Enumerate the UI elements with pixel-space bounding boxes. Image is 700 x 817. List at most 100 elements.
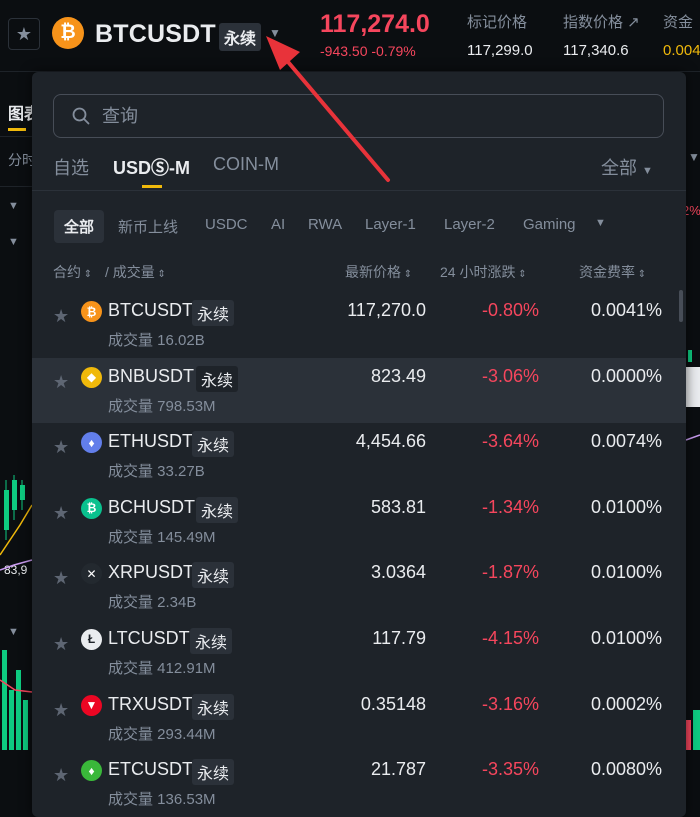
coin-logo-icon: ₿ bbox=[81, 301, 102, 322]
row-funding-rate: 0.0074% bbox=[590, 431, 662, 452]
coin-logo-icon: ✕ bbox=[81, 563, 102, 585]
row-volume: 成交量 2.34B bbox=[108, 594, 197, 612]
chevron-down-icon[interactable]: ▼ bbox=[688, 150, 700, 164]
row-last-price: 117,270.0 bbox=[347, 300, 426, 320]
col-volume[interactable]: / 成交量 ⇕ bbox=[105, 262, 166, 282]
symbol-dropdown-panel: 自选 USDⓈ-M COIN-M 全部 ▼ 全部 新币上线 USDC AI RW… bbox=[32, 72, 686, 817]
funding-rate-value: 0.004 bbox=[663, 42, 700, 59]
chip-new-listing[interactable]: 新币上线 bbox=[118, 216, 178, 237]
sort-icon: ⇕ bbox=[635, 269, 647, 280]
perpetual-badge: 永续 bbox=[196, 365, 239, 392]
star-icon[interactable]: ★ bbox=[53, 503, 69, 524]
row-symbol: BNBUSDT bbox=[108, 365, 195, 386]
index-price-label[interactable]: 指数价格 ↗ bbox=[563, 11, 640, 32]
row-24h-change: -3.06% bbox=[481, 365, 539, 386]
row-symbol: ETCUSDT bbox=[108, 759, 193, 780]
row-last-price: 117.79 bbox=[372, 627, 426, 648]
contract-row[interactable]: ★ ♦ ETCUSDT 永续 成交量 136.53M 21.787 -3.35% 0.0080… bbox=[32, 751, 686, 817]
chip-rwa[interactable]: RWA bbox=[308, 216, 342, 233]
row-volume: 成交量 798.53M bbox=[108, 397, 216, 415]
market-header: ★ ₿ BTCUSDT 永续 ▼ 117,274.0 -943.50 -0.79… bbox=[0, 0, 700, 72]
star-icon[interactable]: ★ bbox=[53, 700, 69, 721]
chevron-down-icon[interactable]: ▼ bbox=[8, 236, 19, 248]
row-last-price: 823.49 bbox=[370, 365, 426, 386]
chip-layer1[interactable]: Layer-1 bbox=[365, 216, 416, 233]
col-contract-label: 合约 bbox=[53, 264, 81, 280]
all-filter-select[interactable]: 全部 ▼ bbox=[601, 154, 653, 180]
col-volume-label: / 成交量 bbox=[105, 264, 155, 280]
col-last-price[interactable]: 最新价格 ⇕ bbox=[345, 262, 412, 282]
row-last-price: 0.35148 bbox=[360, 693, 426, 714]
star-icon[interactable]: ★ bbox=[53, 765, 69, 786]
sort-icon: ⇕ bbox=[154, 269, 166, 280]
last-price: 117,274.0 bbox=[320, 10, 430, 38]
coin-logo-icon: ♦ bbox=[81, 760, 102, 782]
contract-row[interactable]: ★ ♦ ETHUSDT 永续 成交量 33.27B 4,454.66 -3.64% 0.007… bbox=[32, 423, 686, 489]
contract-row[interactable]: ★ ◆ BNBUSDT 永续 成交量 798.53M 823.49 -3.06% 0.0000… bbox=[32, 357, 686, 424]
chip-ai[interactable]: AI bbox=[271, 216, 285, 233]
favorite-star-button[interactable]: ★ bbox=[8, 18, 40, 50]
all-filter-label: 全部 bbox=[601, 158, 637, 178]
more-chips-caret-icon[interactable]: ▼ bbox=[595, 217, 606, 229]
tab-usds-m[interactable]: USDⓈ-M bbox=[113, 154, 190, 180]
search-icon bbox=[72, 107, 90, 125]
price-change: -943.50 -0.79% bbox=[320, 43, 416, 59]
contract-list: ★ ₿ BTCUSDT 永续 成交量 16.02B 117,270.0 -0.80% 0.00… bbox=[32, 292, 686, 817]
row-funding-rate: 0.0100% bbox=[590, 562, 662, 583]
row-24h-change: -3.16% bbox=[481, 693, 539, 714]
row-last-price: 583.81 bbox=[370, 496, 426, 517]
chip-gaming[interactable]: Gaming bbox=[523, 216, 576, 233]
col-funding-rate[interactable]: 资金费率 ⇕ bbox=[579, 262, 646, 282]
star-icon: ★ bbox=[15, 23, 33, 44]
mark-price-label: 标记价格 bbox=[467, 14, 528, 31]
row-volume: 成交量 293.44M bbox=[108, 725, 216, 743]
tab-favorites[interactable]: 自选 bbox=[53, 154, 89, 180]
sort-icon: ⇕ bbox=[401, 269, 413, 280]
caret-down-icon[interactable]: ▼ bbox=[269, 26, 281, 40]
divider bbox=[0, 186, 32, 187]
star-icon[interactable]: ★ bbox=[53, 372, 69, 393]
row-symbol: BCHUSDT bbox=[108, 496, 196, 517]
perpetual-badge: 永续 bbox=[192, 562, 235, 589]
symbol-selector[interactable]: BTCUSDT bbox=[95, 20, 216, 49]
row-24h-change: -1.34% bbox=[481, 496, 539, 517]
perpetual-badge: 永续 bbox=[196, 496, 239, 523]
caret-down-icon: ▼ bbox=[642, 165, 653, 177]
row-funding-rate: 0.0041% bbox=[590, 300, 662, 320]
star-icon[interactable]: ★ bbox=[53, 437, 69, 458]
star-icon[interactable]: ★ bbox=[53, 634, 69, 655]
chip-usdc[interactable]: USDC bbox=[205, 216, 248, 233]
search-box[interactable] bbox=[53, 94, 664, 138]
row-24h-change: -0.80% bbox=[481, 300, 539, 320]
candlestick-fragment bbox=[0, 475, 33, 571]
perpetual-badge: 永续 bbox=[219, 23, 262, 51]
chip-all[interactable]: 全部 bbox=[54, 210, 105, 243]
contract-row[interactable]: ★ Ł LTCUSDT 永续 成交量 412.91M 117.79 -4.15% 0.0100… bbox=[32, 620, 686, 686]
contract-row[interactable]: ★ ₿ BCHUSDT 永续 成交量 145.49M 583.81 -1.34% 0.0100… bbox=[32, 489, 686, 555]
row-24h-change: -4.15% bbox=[481, 627, 539, 648]
contract-row[interactable]: ★ ▼ TRXUSDT 永续 成交量 293.44M 0.35148 -3.16% 0.000… bbox=[32, 686, 686, 752]
coin-logo-icon: ♦ bbox=[81, 432, 102, 454]
search-input[interactable] bbox=[102, 105, 602, 127]
col-24h-change-label: 24 小时涨跌 bbox=[440, 264, 516, 280]
chevron-down-icon[interactable]: ▼ bbox=[8, 200, 19, 212]
star-icon[interactable]: ★ bbox=[53, 568, 69, 589]
row-last-price: 21.787 bbox=[370, 759, 426, 780]
chevron-down-icon[interactable]: ▼ bbox=[8, 626, 19, 638]
divider bbox=[0, 136, 32, 137]
chip-layer2[interactable]: Layer-2 bbox=[444, 216, 495, 233]
row-funding-rate: 0.0002% bbox=[590, 693, 662, 714]
row-funding-rate: 0.0000% bbox=[590, 365, 662, 386]
contract-row[interactable]: ★ ₿ BTCUSDT 永续 成交量 16.02B 117,270.0 -0.80% 0.00… bbox=[32, 292, 686, 358]
col-contract[interactable]: 合约 ⇕ bbox=[53, 262, 92, 282]
index-price-value: 117,340.6 bbox=[563, 42, 629, 59]
star-icon[interactable]: ★ bbox=[53, 306, 69, 327]
contract-row[interactable]: ★ ✕ XRPUSDT 永续 成交量 2.34B 3.0364 -1.87% 0.0100% bbox=[32, 554, 686, 620]
tab-coin-m[interactable]: COIN-M bbox=[213, 154, 279, 175]
funding-rate-label: 资金 bbox=[663, 14, 694, 31]
col-24h-change[interactable]: 24 小时涨跌 ⇕ bbox=[440, 262, 527, 282]
sort-icon: ⇕ bbox=[515, 269, 527, 280]
row-volume: 成交量 16.02B bbox=[108, 332, 205, 349]
row-funding-rate: 0.0100% bbox=[590, 496, 662, 517]
row-last-price: 4,454.66 bbox=[355, 431, 426, 452]
